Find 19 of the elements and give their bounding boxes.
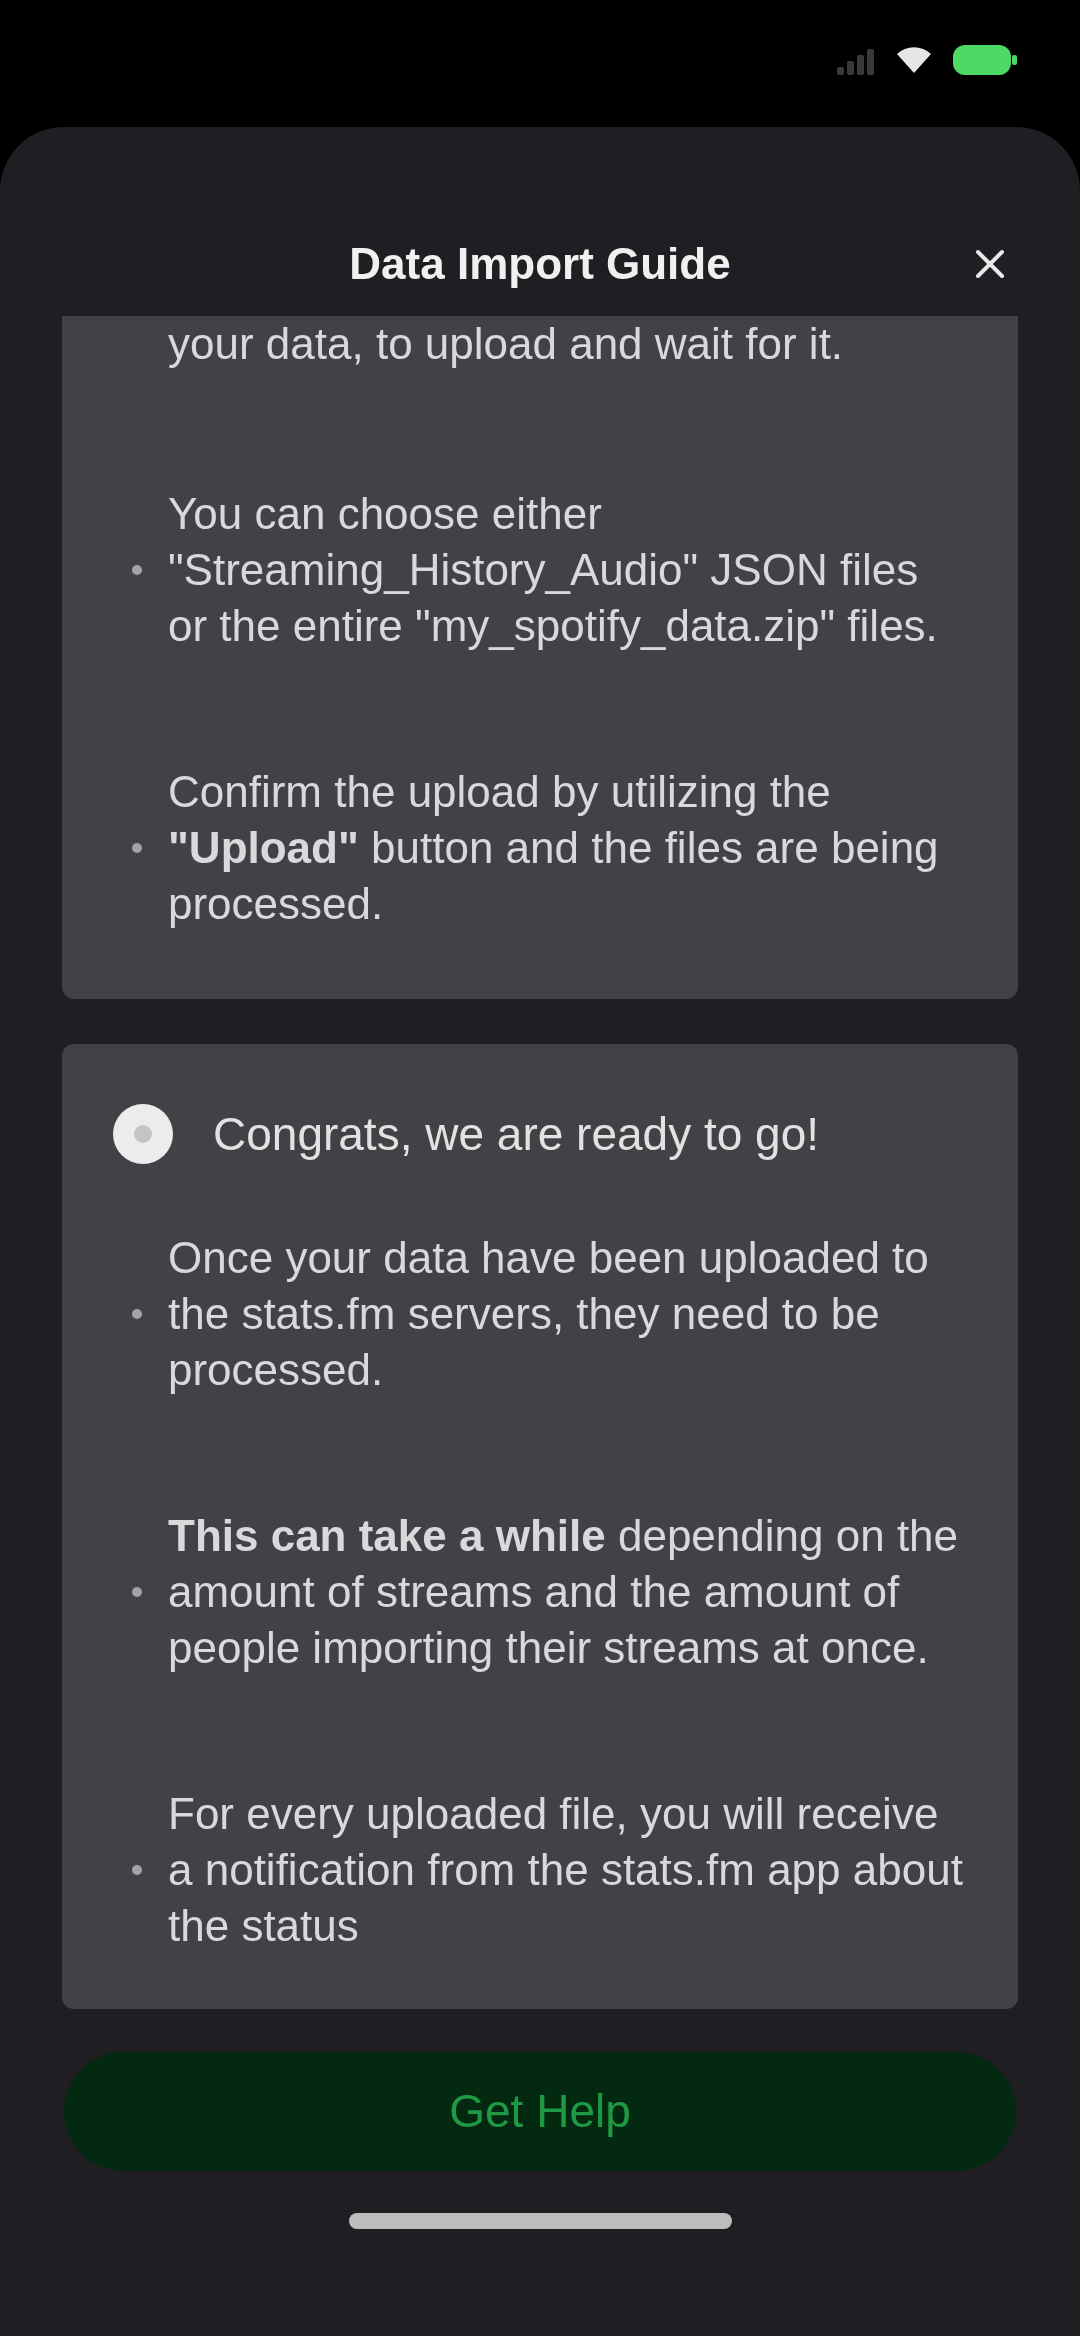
sheet-title: Data Import Guide bbox=[349, 238, 731, 290]
bullet-icon bbox=[132, 1865, 142, 1875]
bullet-icon bbox=[132, 565, 142, 575]
bullet-icon bbox=[132, 1309, 142, 1319]
list-item-text: For every uploaded file, you will receive a notification from the stats.fm app about the status bbox=[168, 1788, 964, 1952]
signal-icon bbox=[837, 47, 875, 75]
wifi-icon bbox=[897, 45, 931, 73]
battery-icon bbox=[953, 45, 1017, 75]
list-item-text: Once your data have been uploaded to the stats.fm servers, they need to be processed. bbox=[168, 1232, 930, 1396]
section-title: Congrats, we are ready to go! bbox=[213, 1107, 819, 1162]
circle-icon bbox=[113, 1104, 173, 1164]
list-item-text: You can choose either "Streaming_History_Audio" JSON files or the entire "my_spotify_data.zip" files. bbox=[168, 488, 939, 652]
bullet-icon bbox=[132, 1587, 142, 1597]
list-item-text: your data, to upload and wait for it. bbox=[168, 318, 845, 370]
bullet-icon bbox=[132, 843, 142, 853]
list-item-text: This can take a while depending on the amount of streams and the amount of people importing their streams at once. bbox=[168, 1510, 960, 1674]
close-icon bbox=[975, 249, 1005, 279]
list-item-text: Confirm the upload by utilizing the "Upload" button and the files are being processed. bbox=[168, 766, 940, 930]
help-button[interactable]: Get Help bbox=[64, 2052, 1016, 2171]
